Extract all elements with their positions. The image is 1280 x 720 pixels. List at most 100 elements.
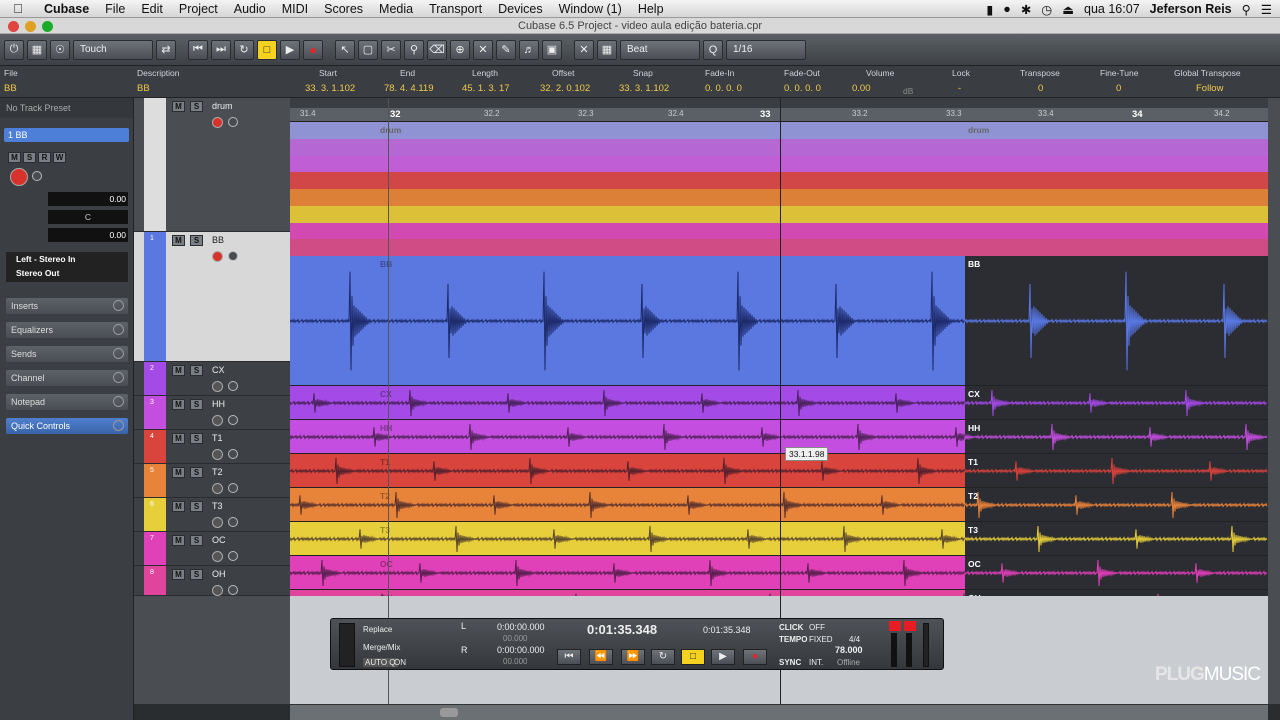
user-name[interactable]: Jeferson Reis: [1150, 2, 1232, 16]
transport-stop[interactable]: □: [681, 649, 705, 665]
input-routing[interactable]: Left - Stereo In: [6, 252, 128, 266]
go-to-end-button[interactable]: ⏭: [211, 39, 231, 60]
mute-button[interactable]: M: [172, 433, 185, 444]
track-lane-drum[interactable]: drum drum: [290, 122, 1268, 256]
mute-button[interactable]: M: [172, 101, 185, 112]
info-value-snap[interactable]: 33. 3. 1.102: [619, 83, 669, 94]
info-value-fade-out[interactable]: 0. 0. 0. 0: [784, 83, 821, 94]
record-button[interactable]: ●: [303, 39, 323, 60]
monitor-button[interactable]: [228, 517, 238, 527]
range-tool-icon[interactable]: ▢: [358, 39, 378, 60]
transport-record[interactable]: ●: [743, 649, 767, 665]
inspector-mute-button[interactable]: M: [8, 152, 21, 163]
track-lane-oc[interactable]: OC OC: [290, 556, 1268, 590]
track-header-hh[interactable]: 3 M S HH: [134, 396, 290, 430]
automation-mode-select[interactable]: Touch: [73, 39, 153, 60]
solo-button[interactable]: S: [190, 399, 203, 410]
mute-tool-icon[interactable]: ✕: [473, 39, 493, 60]
menu-media[interactable]: Media: [371, 2, 421, 16]
track-name[interactable]: T1: [212, 433, 223, 443]
mute-button[interactable]: M: [172, 365, 185, 376]
track-name[interactable]: HH: [212, 399, 225, 409]
glue-tool-icon[interactable]: ⚲: [404, 39, 424, 60]
inspector-write-button[interactable]: W: [53, 152, 66, 163]
menu-file[interactable]: File: [97, 2, 133, 16]
tempo-mode[interactable]: FIXED: [809, 635, 833, 644]
transport-play[interactable]: ▶: [711, 649, 735, 665]
grid-type-select[interactable]: Beat: [620, 39, 700, 60]
record-enable-button[interactable]: [212, 415, 223, 426]
transport-forward[interactable]: ⏩: [621, 649, 645, 665]
time-signature[interactable]: 4/4: [849, 635, 860, 644]
mute-button[interactable]: M: [172, 235, 185, 246]
click-label[interactable]: CLICK: [779, 623, 803, 632]
menu-transport[interactable]: Transport: [421, 2, 490, 16]
sync-label[interactable]: SYNC: [779, 658, 801, 667]
secondary-time-display[interactable]: 0:01:35.348: [703, 625, 751, 635]
monitor-button[interactable]: [228, 585, 238, 595]
monitor-button[interactable]: [228, 449, 238, 459]
mute-button[interactable]: M: [172, 467, 185, 478]
track-name[interactable]: BB: [212, 235, 224, 245]
automation-icon[interactable]: ☉: [50, 39, 70, 60]
search-icon[interactable]: ⚲: [1242, 2, 1251, 17]
info-value-fine-tune[interactable]: 0: [1100, 83, 1138, 94]
solo-button[interactable]: S: [190, 433, 203, 444]
record-enable-button[interactable]: [212, 449, 223, 460]
track-name[interactable]: CX: [212, 365, 225, 375]
record-enable-button[interactable]: [212, 483, 223, 494]
track-header-t3[interactable]: 6 M S T3: [134, 498, 290, 532]
track-name[interactable]: OC: [212, 535, 226, 545]
track-lane-t2[interactable]: T2 T2: [290, 488, 1268, 522]
list-icon[interactable]: ☰: [1261, 2, 1272, 17]
record-enable-button[interactable]: [212, 585, 223, 596]
track-lane-bb[interactable]: BB BB: [290, 256, 1268, 386]
object-select-tool-icon[interactable]: ↖: [335, 39, 355, 60]
track-lane-t3[interactable]: T3 T3: [290, 522, 1268, 556]
vertical-scrollbar[interactable]: [1268, 98, 1280, 704]
transport-level-slider[interactable]: [923, 623, 929, 667]
mute-button[interactable]: M: [172, 569, 185, 580]
inspector-solo-button[interactable]: S: [23, 152, 36, 163]
info-value-transpose[interactable]: 0: [1020, 83, 1060, 94]
section-quick-controls[interactable]: Quick Controls: [6, 418, 128, 434]
solo-button[interactable]: S: [190, 569, 203, 580]
info-value-global-transpose[interactable]: Follow: [1174, 83, 1241, 94]
play-tool-icon[interactable]: ♬: [519, 39, 539, 60]
erase-tool-icon[interactable]: ⌫: [427, 39, 447, 60]
track-preset[interactable]: No Track Preset: [0, 98, 133, 118]
record-mode-merge[interactable]: Merge/Mix: [363, 643, 400, 652]
menu-window[interactable]: Window (1): [551, 2, 630, 16]
section-inserts[interactable]: Inserts: [6, 298, 128, 314]
inspector-pan[interactable]: C: [48, 210, 128, 224]
record-status-icon[interactable]: ●: [1003, 2, 1011, 16]
track-header-cx[interactable]: 2 M S CX: [134, 362, 290, 396]
transport-rewind[interactable]: ⏪: [589, 649, 613, 665]
menu-help[interactable]: Help: [630, 2, 672, 16]
inspector-read-button[interactable]: R: [38, 152, 51, 163]
solo-button[interactable]: S: [190, 535, 203, 546]
zoom-window-button[interactable]: [42, 21, 53, 32]
info-value-length[interactable]: 45. 1. 3. 17: [462, 83, 510, 94]
solo-button[interactable]: S: [190, 467, 203, 478]
track-header-oc[interactable]: 7 M S OC: [134, 532, 290, 566]
stop-button[interactable]: □: [257, 39, 277, 60]
track-header-drum[interactable]: M Sdrum: [134, 98, 290, 232]
monitor-button[interactable]: [228, 117, 238, 127]
cycle-button[interactable]: ↻: [234, 39, 254, 60]
menu-devices[interactable]: Devices: [490, 2, 550, 16]
click-state[interactable]: OFF: [809, 623, 825, 632]
split-tool-icon[interactable]: ✂: [381, 39, 401, 60]
sync-mode[interactable]: INT.: [809, 658, 823, 667]
snap-toggle-icon[interactable]: ✕: [574, 39, 594, 60]
record-enable-button[interactable]: [212, 551, 223, 562]
horizontal-scroll-thumb[interactable]: [440, 708, 458, 717]
autoscroll-button[interactable]: ⇄: [156, 39, 176, 60]
primary-time-display[interactable]: 0:01:35.348: [587, 622, 657, 637]
info-value-fade-in[interactable]: 0. 0. 0. 0: [705, 83, 742, 94]
left-locator-time[interactable]: 0:00:00.000: [497, 622, 545, 632]
auto-quantize-label[interactable]: AUTO Q: [363, 658, 398, 667]
colorize-tool-icon[interactable]: ▣: [542, 39, 562, 60]
inspector-monitor-button[interactable]: [32, 171, 42, 181]
info-value-file[interactable]: BB: [4, 83, 18, 94]
